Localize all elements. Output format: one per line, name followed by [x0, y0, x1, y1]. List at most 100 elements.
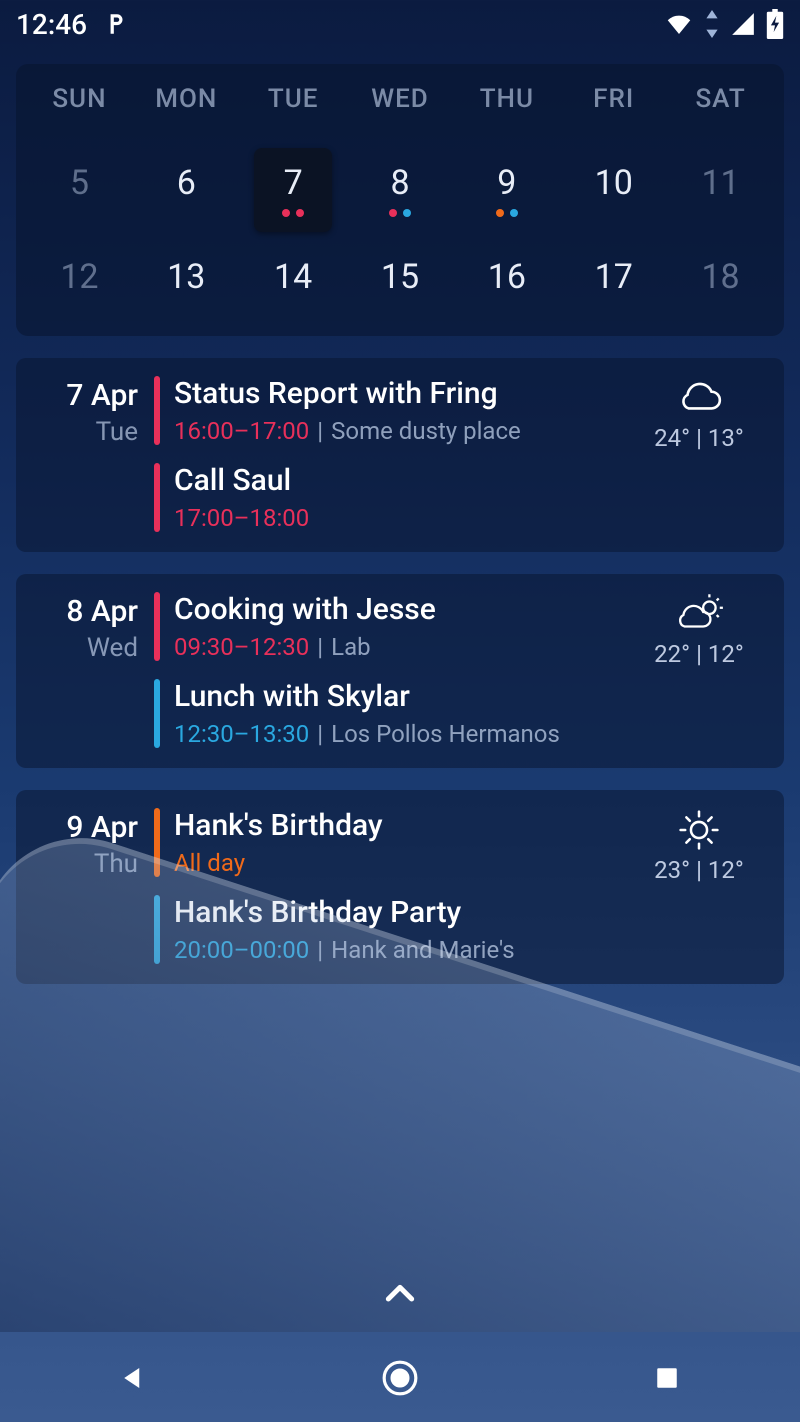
day-number: 7	[284, 163, 303, 203]
event-time: 17:00–18:00	[174, 504, 309, 532]
wifi-icon	[664, 9, 694, 39]
status-bar: 12:46	[0, 0, 800, 48]
event-dot	[403, 209, 411, 217]
day-cell[interactable]: 8	[347, 142, 454, 238]
agenda-day-card[interactable]: 9 AprThuHank's BirthdayAll dayHank's Bir…	[16, 790, 784, 984]
event-item[interactable]: Cooking with Jesse 09:30–12:30 | Lab	[154, 592, 634, 661]
day-cell[interactable]: 9	[453, 142, 560, 238]
weather-column: 22° | 12°	[634, 592, 764, 748]
event-time: 09:30–12:30	[174, 633, 309, 661]
event-title: Call Saul	[174, 463, 622, 498]
signal-icon	[730, 11, 756, 37]
separator: |	[317, 417, 323, 445]
day-label: WED	[347, 84, 454, 114]
event-dot	[389, 209, 397, 217]
day-number: 15	[381, 257, 419, 297]
sun-icon	[634, 810, 764, 850]
week-header: SUNMONTUEWEDTHUFRISAT	[26, 84, 774, 114]
separator: |	[317, 936, 323, 964]
event-time: 20:00–00:00	[174, 936, 309, 964]
day-number: 11	[701, 163, 739, 203]
event-item[interactable]: Hank's Birthday All day	[154, 808, 634, 877]
day-number: 17	[595, 257, 633, 297]
day-number: 8	[390, 163, 409, 203]
separator: |	[317, 633, 323, 661]
battery-charging-icon	[766, 9, 784, 39]
date-column: 7 AprTue	[16, 376, 154, 532]
notification-app-icon	[103, 11, 129, 37]
home-button[interactable]	[376, 1354, 424, 1402]
temperature: 22° | 12°	[634, 640, 764, 668]
event-color-bar	[154, 679, 160, 748]
back-button[interactable]	[109, 1354, 157, 1402]
day-label: SAT	[667, 84, 774, 114]
event-title: Cooking with Jesse	[174, 592, 622, 627]
day-label: TUE	[240, 84, 347, 114]
day-cell[interactable]: 12	[26, 254, 133, 314]
day-number: 12	[60, 257, 98, 297]
calendar-widget[interactable]: SUNMONTUEWEDTHUFRISAT 5 6 7 8 9 10 11 12 13 14 15 1…	[16, 64, 784, 336]
event-item[interactable]: Call Saul 17:00–18:00	[154, 463, 634, 532]
date-column: 8 AprWed	[16, 592, 154, 748]
navigation-bar	[0, 1334, 800, 1422]
day-cell[interactable]: 10	[560, 142, 667, 238]
events-column: Cooking with Jesse09:30–12:30|LabLunch w…	[154, 592, 634, 748]
event-dot	[296, 209, 304, 217]
event-item[interactable]: Status Report with Fring 16:00–17:00 | Some…	[154, 376, 634, 445]
event-dots	[389, 209, 411, 217]
event-meta: 12:30–13:30 | Los Pollos Hermanos	[174, 720, 622, 748]
day-number: 9	[497, 163, 516, 203]
temperature: 24° | 13°	[634, 424, 764, 452]
event-color-bar	[154, 895, 160, 964]
weather-column: 24° | 13°	[634, 376, 764, 532]
day-cell[interactable]: 13	[133, 254, 240, 314]
day-number: 13	[167, 257, 205, 297]
event-color-bar	[154, 376, 160, 445]
day-cell[interactable]: 15	[347, 254, 454, 314]
app-drawer-handle[interactable]	[0, 1274, 800, 1314]
partly-icon	[634, 594, 764, 634]
data-arrows-icon	[704, 10, 720, 38]
day-number: 5	[70, 163, 89, 203]
event-meta: 09:30–12:30 | Lab	[174, 633, 622, 661]
separator: |	[317, 720, 323, 748]
event-title: Hank's Birthday Party	[174, 895, 622, 930]
day-cell[interactable]: 18	[667, 254, 774, 314]
day-cell[interactable]: 7	[240, 142, 347, 238]
day-number: 6	[177, 163, 196, 203]
day-label: FRI	[560, 84, 667, 114]
event-location: Some dusty place	[331, 417, 521, 445]
agenda-day-card[interactable]: 8 AprWed Cooking with Jesse 09:30–12:30 | La…	[16, 574, 784, 768]
day-number: 16	[488, 257, 526, 297]
date-label: 9 Apr	[16, 810, 138, 845]
agenda-day-card[interactable]: 7 AprTue Status Report with Fring 16:00–17…	[16, 358, 784, 552]
event-time: 16:00–17:00	[174, 417, 309, 445]
event-location: Los Pollos Hermanos	[331, 720, 560, 748]
event-color-bar	[154, 463, 160, 532]
day-cell[interactable]: 5	[26, 142, 133, 238]
event-meta: 17:00–18:00	[174, 504, 622, 532]
weekday-label: Wed	[16, 633, 138, 663]
day-cell[interactable]: 16	[453, 254, 560, 314]
weekday-label: Tue	[16, 417, 138, 447]
day-cell[interactable]: 17	[560, 254, 667, 314]
event-meta: All day	[174, 849, 622, 877]
day-cell[interactable]: 14	[240, 254, 347, 314]
date-column: 9 AprThu	[16, 808, 154, 964]
day-cell[interactable]: 11	[667, 142, 774, 238]
day-number: 10	[595, 163, 633, 203]
day-cell[interactable]: 6	[133, 142, 240, 238]
events-column: Status Report with Fring 16:00–17:00 | Some…	[154, 376, 634, 532]
day-label: MON	[133, 84, 240, 114]
event-title: Hank's Birthday	[174, 808, 622, 843]
event-title: Status Report with Fring	[174, 376, 622, 411]
recents-button[interactable]	[643, 1354, 691, 1402]
day-number: 18	[701, 257, 739, 297]
clock: 12:46	[16, 8, 87, 41]
event-item[interactable]: Hank's Birthday Party20:00–00:00|Hank an…	[154, 895, 634, 964]
event-time: All day	[174, 849, 245, 877]
event-dot	[496, 209, 504, 217]
event-item[interactable]: Lunch with Skylar12:30–13:30|Los Pollos …	[154, 679, 634, 748]
event-time: 12:30–13:30	[174, 720, 309, 748]
event-location: Lab	[331, 633, 370, 661]
